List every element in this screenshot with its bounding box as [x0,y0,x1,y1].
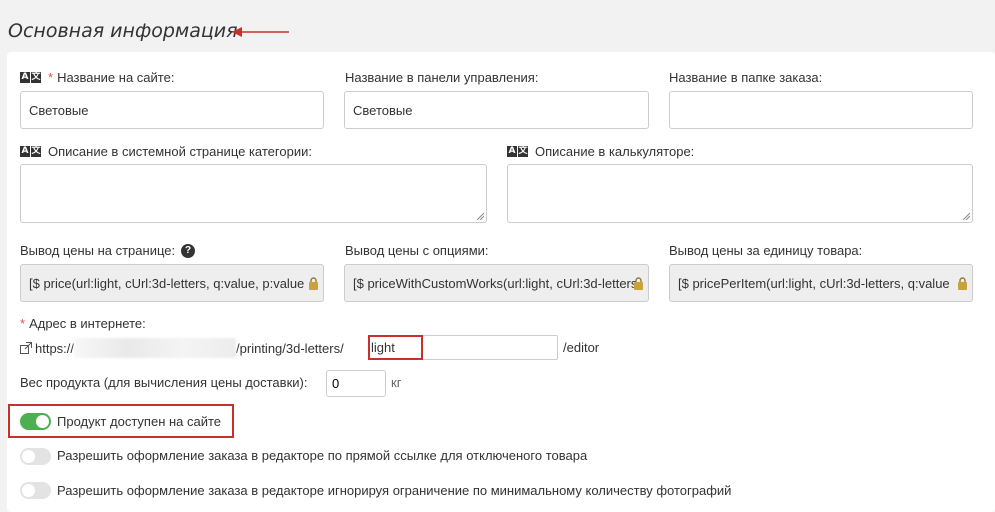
direct-link-order-toggle[interactable] [20,448,51,465]
slug-highlight-box [368,335,423,360]
weight-unit: кг [391,375,402,390]
url-suffix: /editor [563,340,600,355]
toggle-knob [22,484,35,497]
blurred-domain [74,338,237,358]
price-options-input[interactable]: [$ priceWithCustomWorks(url:light, cUrl:… [344,264,649,302]
direct-link-order-toggle-label[interactable]: Разрешить оформление заказа в редакторе … [57,448,587,463]
price-options-label: Вывод цены с опциями: [345,243,489,258]
site-name-label: A文 * Название на сайте: [20,70,175,85]
required-marker: * [20,316,26,331]
category-description-textarea[interactable] [20,164,487,223]
translate-icon[interactable]: A文 [20,72,42,83]
translate-icon[interactable]: A文 [507,146,529,157]
toggle-knob [22,450,35,463]
order-folder-name-input[interactable] [669,91,973,129]
url-label: * Адрес в интернете: [20,316,146,331]
annotation-arrow-icon [232,27,289,37]
weight-input[interactable] [326,370,386,397]
url-prefix: https:// [35,340,75,356]
lock-icon [309,277,318,290]
lock-icon [634,277,643,290]
price-output-label: Вывод цены на странице: ? [20,243,196,258]
section-title: Основная информация [8,20,238,42]
category-description-label: A文 Описание в системной странице категор… [20,144,312,159]
external-link-icon[interactable] [20,342,32,354]
price-output-input[interactable]: [$ price(url:light, cUrl:3d-letters, q:v… [20,264,324,302]
translate-icon[interactable]: A文 [20,146,42,157]
calculator-description-label: A文 Описание в калькуляторе: [507,144,695,159]
lock-icon [958,277,967,290]
admin-name-input[interactable]: Световые [344,91,649,129]
admin-name-label: Название в панели управления: [345,70,539,85]
url-row: https:// /printing/3d-letters/ [20,335,344,361]
order-folder-name-label: Название в папке заказа: [669,70,823,85]
required-marker: * [48,70,54,85]
price-per-item-input[interactable]: [$ pricePerItem(url:light, cUrl:3d-lette… [669,264,973,302]
site-name-input[interactable]: Световые [20,91,324,129]
toggle-knob [36,415,49,428]
ignore-min-photos-toggle[interactable] [20,482,51,499]
price-per-item-label: Вывод цены за единицу товара: [669,243,863,258]
available-toggle[interactable] [20,413,51,430]
url-path: /printing/3d-letters/ [236,340,344,356]
resize-grip-icon[interactable] [476,212,484,220]
resize-grip-icon[interactable] [962,212,970,220]
calculator-description-textarea[interactable] [507,164,973,223]
help-icon[interactable]: ? [181,243,196,258]
weight-label: Вес продукта (для вычисления цены достав… [20,375,308,390]
available-toggle-label[interactable]: Продукт доступен на сайте [57,414,221,429]
ignore-min-photos-toggle-label[interactable]: Разрешить оформление заказа в редакторе … [57,483,731,498]
